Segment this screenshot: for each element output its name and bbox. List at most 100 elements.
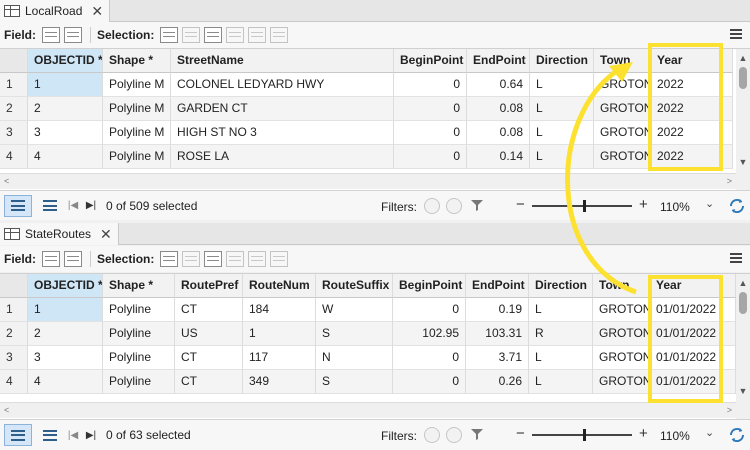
table-cell[interactable]: 4	[28, 145, 103, 169]
table-cell[interactable]: US	[175, 322, 243, 346]
chevron-down-icon[interactable]: ⌄	[705, 426, 714, 439]
select-by-attributes-icon[interactable]	[160, 27, 179, 43]
table-row[interactable]: 3 3 Polyline CT 117 N 0 3.71 L GROTON 01…	[0, 346, 736, 370]
menu-icon[interactable]	[730, 253, 742, 263]
table-cell[interactable]: W	[316, 298, 393, 322]
table-cell[interactable]: L	[530, 73, 594, 97]
table-cell[interactable]: L	[529, 370, 593, 394]
table-cell[interactable]: 0	[394, 145, 467, 169]
range-filter-icon[interactable]	[446, 427, 462, 443]
table-cell[interactable]: CT	[175, 370, 243, 394]
horizontal-scrollbar[interactable]: < >	[0, 173, 736, 189]
table-cell[interactable]: 01/01/2022	[650, 370, 736, 394]
table-cell[interactable]: 0.14	[467, 145, 530, 169]
scroll-down-icon[interactable]: ▼	[738, 386, 748, 396]
tab-localroad[interactable]: LocalRoad ✕	[0, 0, 111, 22]
zoom-slider-track[interactable]	[532, 434, 632, 436]
scrollbar-thumb[interactable]	[739, 67, 747, 89]
table-cell[interactable]: 3	[28, 346, 103, 370]
tab-stateroutes[interactable]: StateRoutes ✕	[0, 223, 119, 245]
table-cell[interactable]: Polyline M	[103, 121, 171, 145]
table-cell[interactable]: 2	[28, 97, 103, 121]
delete-selection-icon[interactable]	[248, 251, 267, 267]
switch-selection-icon[interactable]	[204, 27, 223, 43]
column-header[interactable]: BeginPoint	[393, 274, 466, 298]
zoom-out-icon[interactable]: −	[516, 425, 525, 442]
column-header[interactable]: Direction	[530, 49, 594, 73]
time-filter-icon[interactable]	[424, 198, 440, 214]
column-header[interactable]: RoutePref	[175, 274, 243, 298]
row-number[interactable]: 3	[0, 346, 28, 370]
scroll-up-icon[interactable]: ▲	[738, 278, 748, 288]
table-cell[interactable]: GROTON	[593, 298, 650, 322]
table-cell[interactable]: GARDEN CT	[171, 97, 394, 121]
table-cell[interactable]: COLONEL LEDYARD HWY	[171, 73, 394, 97]
table-cell[interactable]: 0.64	[467, 73, 530, 97]
switch-selection-icon[interactable]	[204, 251, 223, 267]
chevron-down-icon[interactable]: ⌄	[705, 197, 714, 210]
table-cell[interactable]: CT	[175, 298, 243, 322]
column-header[interactable]: Shape *	[103, 49, 171, 73]
table-cell[interactable]: 1	[28, 298, 103, 322]
filter-icon[interactable]	[470, 427, 484, 441]
add-field-icon[interactable]	[42, 27, 60, 43]
table-cell[interactable]: GROTON	[593, 346, 650, 370]
row-number[interactable]: 4	[0, 370, 28, 394]
calculate-field-icon[interactable]	[64, 27, 82, 43]
table-row[interactable]: 1 1 Polyline CT 184 W 0 0.19 L GROTON 01…	[0, 298, 736, 322]
table-row[interactable]: 2 2 Polyline US 1 S 102.95 103.31 R GROT…	[0, 322, 736, 346]
table-cell[interactable]: 0	[393, 346, 466, 370]
column-header[interactable]: StreetName	[171, 49, 394, 73]
table-cell[interactable]: 0.26	[466, 370, 529, 394]
zoom-in-icon[interactable]: +	[639, 196, 648, 213]
zoom-in-icon[interactable]: +	[639, 425, 648, 442]
show-all-records-button[interactable]	[4, 424, 32, 446]
table-cell[interactable]: 2022	[651, 73, 733, 97]
table-cell[interactable]: 1	[28, 73, 103, 97]
table-row[interactable]: 4 4 Polyline M ROSE LA 0 0.14 L GROTON 2…	[0, 145, 733, 169]
table-cell[interactable]: Polyline	[103, 370, 175, 394]
horizontal-scrollbar[interactable]: < >	[0, 402, 736, 418]
select-by-attributes-icon[interactable]	[160, 251, 179, 267]
table-cell[interactable]: 01/01/2022	[650, 298, 736, 322]
table-cell[interactable]: Polyline M	[103, 73, 171, 97]
column-header[interactable]: EndPoint	[467, 49, 530, 73]
time-filter-icon[interactable]	[424, 427, 440, 443]
table-cell[interactable]: 0.19	[466, 298, 529, 322]
column-header[interactable]: RouteNum	[243, 274, 316, 298]
row-number[interactable]: 2	[0, 322, 28, 346]
zoom-slider-knob[interactable]	[583, 429, 586, 441]
table-cell[interactable]: 103.31	[466, 322, 529, 346]
clear-selection-icon[interactable]	[226, 27, 245, 43]
table-cell[interactable]: S	[316, 322, 393, 346]
table-cell[interactable]: 0	[394, 73, 467, 97]
table-row[interactable]: 3 3 Polyline M HIGH ST NO 3 0 0.08 L GRO…	[0, 121, 733, 145]
scroll-left-icon[interactable]: <	[4, 176, 9, 186]
table-cell[interactable]: 2022	[651, 121, 733, 145]
vertical-scrollbar[interactable]: ▲ ▼	[736, 274, 750, 419]
table-cell[interactable]: GROTON	[594, 97, 651, 121]
column-header[interactable]: Shape *	[103, 274, 175, 298]
table-row[interactable]: 1 1 Polyline M COLONEL LEDYARD HWY 0 0.6…	[0, 73, 733, 97]
table-cell[interactable]: L	[530, 145, 594, 169]
row-number[interactable]: 2	[0, 97, 28, 121]
table-cell[interactable]: 2022	[651, 97, 733, 121]
table-cell[interactable]: L	[529, 346, 593, 370]
table-cell[interactable]: HIGH ST NO 3	[171, 121, 394, 145]
table-cell[interactable]: 184	[243, 298, 316, 322]
column-header[interactable]: Town	[593, 274, 650, 298]
table-cell[interactable]: 01/01/2022	[650, 322, 736, 346]
vertical-scrollbar[interactable]: ▲ ▼	[736, 49, 750, 190]
column-header[interactable]: Direction	[529, 274, 593, 298]
zoom-to-selection-icon[interactable]	[182, 251, 201, 267]
refresh-icon[interactable]	[728, 197, 746, 215]
table-cell[interactable]: 3.71	[466, 346, 529, 370]
table-cell[interactable]: 349	[243, 370, 316, 394]
table-cell[interactable]: Polyline	[103, 298, 175, 322]
column-header[interactable]: Year	[651, 49, 733, 73]
column-header[interactable]: Year	[650, 274, 736, 298]
last-record-icon[interactable]: ▶|	[82, 430, 100, 441]
table-cell[interactable]: 0	[394, 121, 467, 145]
scroll-down-icon[interactable]: ▼	[738, 157, 748, 167]
scrollbar-thumb[interactable]	[739, 292, 747, 314]
